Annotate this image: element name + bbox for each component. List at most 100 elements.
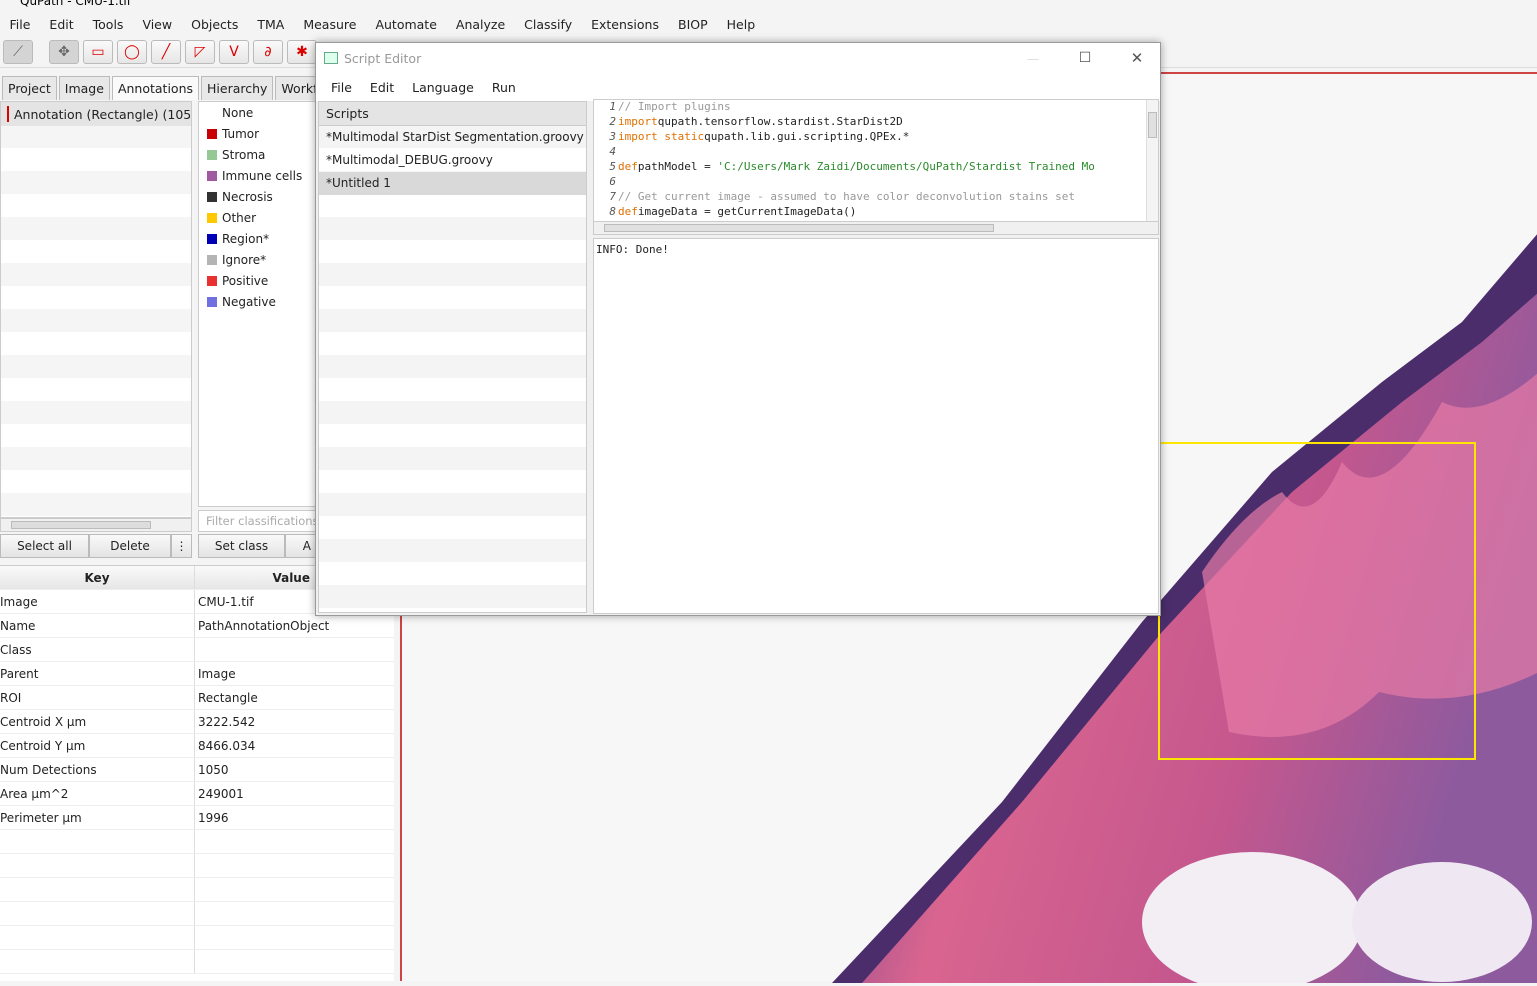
annotation-item[interactable]: Annotation (Rectangle) (1050 o (1, 102, 191, 126)
code-token: def (618, 160, 638, 175)
tab-annotations[interactable]: Annotations (112, 76, 199, 100)
key-cell (0, 902, 195, 925)
class-item[interactable]: Negative (199, 291, 315, 312)
menu-automate[interactable]: Automate (366, 17, 446, 32)
class-item[interactable]: Immune cells (199, 165, 315, 186)
menu-objects[interactable]: Objects (182, 17, 248, 32)
code-token: // Get current image - assumed to have c… (618, 190, 1075, 205)
filter-classifications-input[interactable]: Filter classifications i (198, 510, 316, 532)
minimize-icon[interactable]: — (1010, 51, 1056, 66)
class-item[interactable]: Positive (199, 270, 315, 291)
class-item[interactable]: Tumor (199, 123, 315, 144)
classification-list[interactable]: NoneTumorStroma Immune cells Necrosis Other… (198, 101, 316, 507)
class-label: Other (222, 211, 256, 225)
menu-edit[interactable]: Edit (40, 17, 83, 32)
key-cell (0, 878, 195, 901)
class-item[interactable]: None (199, 102, 315, 123)
code-token: import static (618, 130, 704, 145)
class-item[interactable]: Ignore* (199, 249, 315, 270)
tab-image[interactable]: Image (59, 76, 110, 100)
rectangle-tool-icon: ▭ (91, 44, 104, 60)
key-cell: Centroid Y µm (0, 734, 195, 757)
line-number: 1 (594, 100, 618, 115)
class-color-swatch (207, 276, 217, 286)
scripts-list[interactable]: Scripts *Multimodal StarDist Segmentatio… (318, 101, 587, 613)
key-cell (0, 854, 195, 877)
line-number: 8 (594, 205, 618, 220)
code-vscrollbar[interactable] (1146, 100, 1158, 221)
set-class-button[interactable]: Set class (198, 534, 285, 558)
more-options-button[interactable]: ⋮ (171, 534, 192, 558)
key-cell: Centroid X µm (0, 710, 195, 733)
close-icon[interactable]: ✕ (1114, 49, 1160, 67)
annotation-list-hscrollbar[interactable] (0, 518, 192, 532)
script-item[interactable]: *Multimodal_DEBUG.groovy (319, 149, 586, 172)
class-color-swatch (207, 129, 217, 139)
editor-menu-bar: FileEditLanguageRun (316, 73, 1160, 101)
menu-measure[interactable]: Measure (294, 17, 366, 32)
ellipse-tool-button[interactable]: ◯ (117, 40, 147, 64)
key-header: Key (0, 566, 195, 589)
script-item[interactable]: *Multimodal StarDist Segmentation.groovy (319, 126, 586, 149)
delete-button[interactable]: Delete (89, 534, 171, 558)
class-item[interactable]: Other (199, 207, 315, 228)
editor-menu-edit[interactable]: Edit (361, 80, 403, 95)
key-cell (0, 950, 195, 973)
class-item[interactable]: Stroma (199, 144, 315, 165)
menu-analyze[interactable]: Analyze (446, 17, 514, 32)
menu-view[interactable]: View (133, 17, 182, 32)
tab-hierarchy[interactable]: Hierarchy (201, 76, 273, 100)
table-row: Num Detections1050 (0, 758, 394, 782)
menu-bar: FileEditToolsViewObjectsTMAMeasureAutoma… (0, 10, 1537, 38)
wand-tool-button[interactable]: ✱ (287, 40, 317, 64)
code-editor[interactable]: 1// Import plugins2import qupath.tensorf… (593, 99, 1159, 235)
table-row: Perimeter µm1996 (0, 806, 394, 830)
code-token: def (618, 205, 638, 220)
tab-project[interactable]: Project (2, 76, 57, 100)
code-token: pathModel = (638, 160, 717, 175)
code-line: 8def imageData = getCurrentImageData() (594, 205, 1158, 220)
editor-menu-file[interactable]: File (322, 80, 361, 95)
class-color-swatch (207, 297, 217, 307)
class-item[interactable]: Region* (199, 228, 315, 249)
polygon-tool-button[interactable]: ◸ (185, 40, 215, 64)
empty-row (0, 926, 394, 950)
menu-file[interactable]: File (0, 17, 40, 32)
menu-tools[interactable]: Tools (83, 17, 133, 32)
table-row: Area µm^2249001 (0, 782, 394, 806)
polyline-tool-button[interactable]: V (219, 40, 249, 64)
table-row: ParentImage (0, 662, 394, 686)
rectangle-tool-button[interactable]: ▭ (83, 40, 113, 64)
polygon-tool-icon: ◸ (195, 44, 206, 60)
empty-row (0, 854, 394, 878)
annotation-list[interactable]: Annotation (Rectangle) (1050 o (0, 101, 192, 518)
editor-titlebar[interactable]: Script Editor — ☐ ✕ (316, 43, 1160, 73)
class-label: Immune cells (222, 169, 302, 183)
annotation-label: Annotation (Rectangle) (1050 o (14, 107, 192, 122)
toolbar-separator (37, 40, 45, 67)
class-label: Ignore* (222, 253, 266, 267)
editor-menu-language[interactable]: Language (403, 80, 483, 95)
class-item[interactable]: Necrosis (199, 186, 315, 207)
move-tool-button[interactable]: ✥ (49, 40, 79, 64)
output-log: INFO: Done! (593, 238, 1159, 614)
menu-help[interactable]: Help (717, 17, 765, 32)
menu-extensions[interactable]: Extensions (582, 17, 669, 32)
maximize-icon[interactable]: ☐ (1062, 50, 1108, 66)
code-hscrollbar[interactable] (593, 221, 1159, 235)
menu-tma[interactable]: TMA (248, 17, 294, 32)
auto-set-button[interactable]: A (285, 534, 316, 558)
value-cell: 249001 (195, 787, 244, 801)
script-item[interactable]: *Untitled 1 (319, 172, 586, 195)
key-cell: Class (0, 638, 195, 661)
measure-tool-button[interactable]: ⟋ (3, 40, 33, 64)
brush-tool-button[interactable]: ∂ (253, 40, 283, 64)
menu-classify[interactable]: Classify (515, 17, 582, 32)
editor-menu-run[interactable]: Run (483, 80, 525, 95)
select-all-button[interactable]: Select all (0, 534, 89, 558)
line-tool-button[interactable]: ╱ (151, 40, 181, 64)
code-line: 7// Get current image - assumed to have … (594, 190, 1158, 205)
menu-biop[interactable]: BIOP (669, 17, 718, 32)
code-line: 2import qupath.tensorflow.stardist.StarD… (594, 115, 1158, 130)
key-cell (0, 830, 195, 853)
